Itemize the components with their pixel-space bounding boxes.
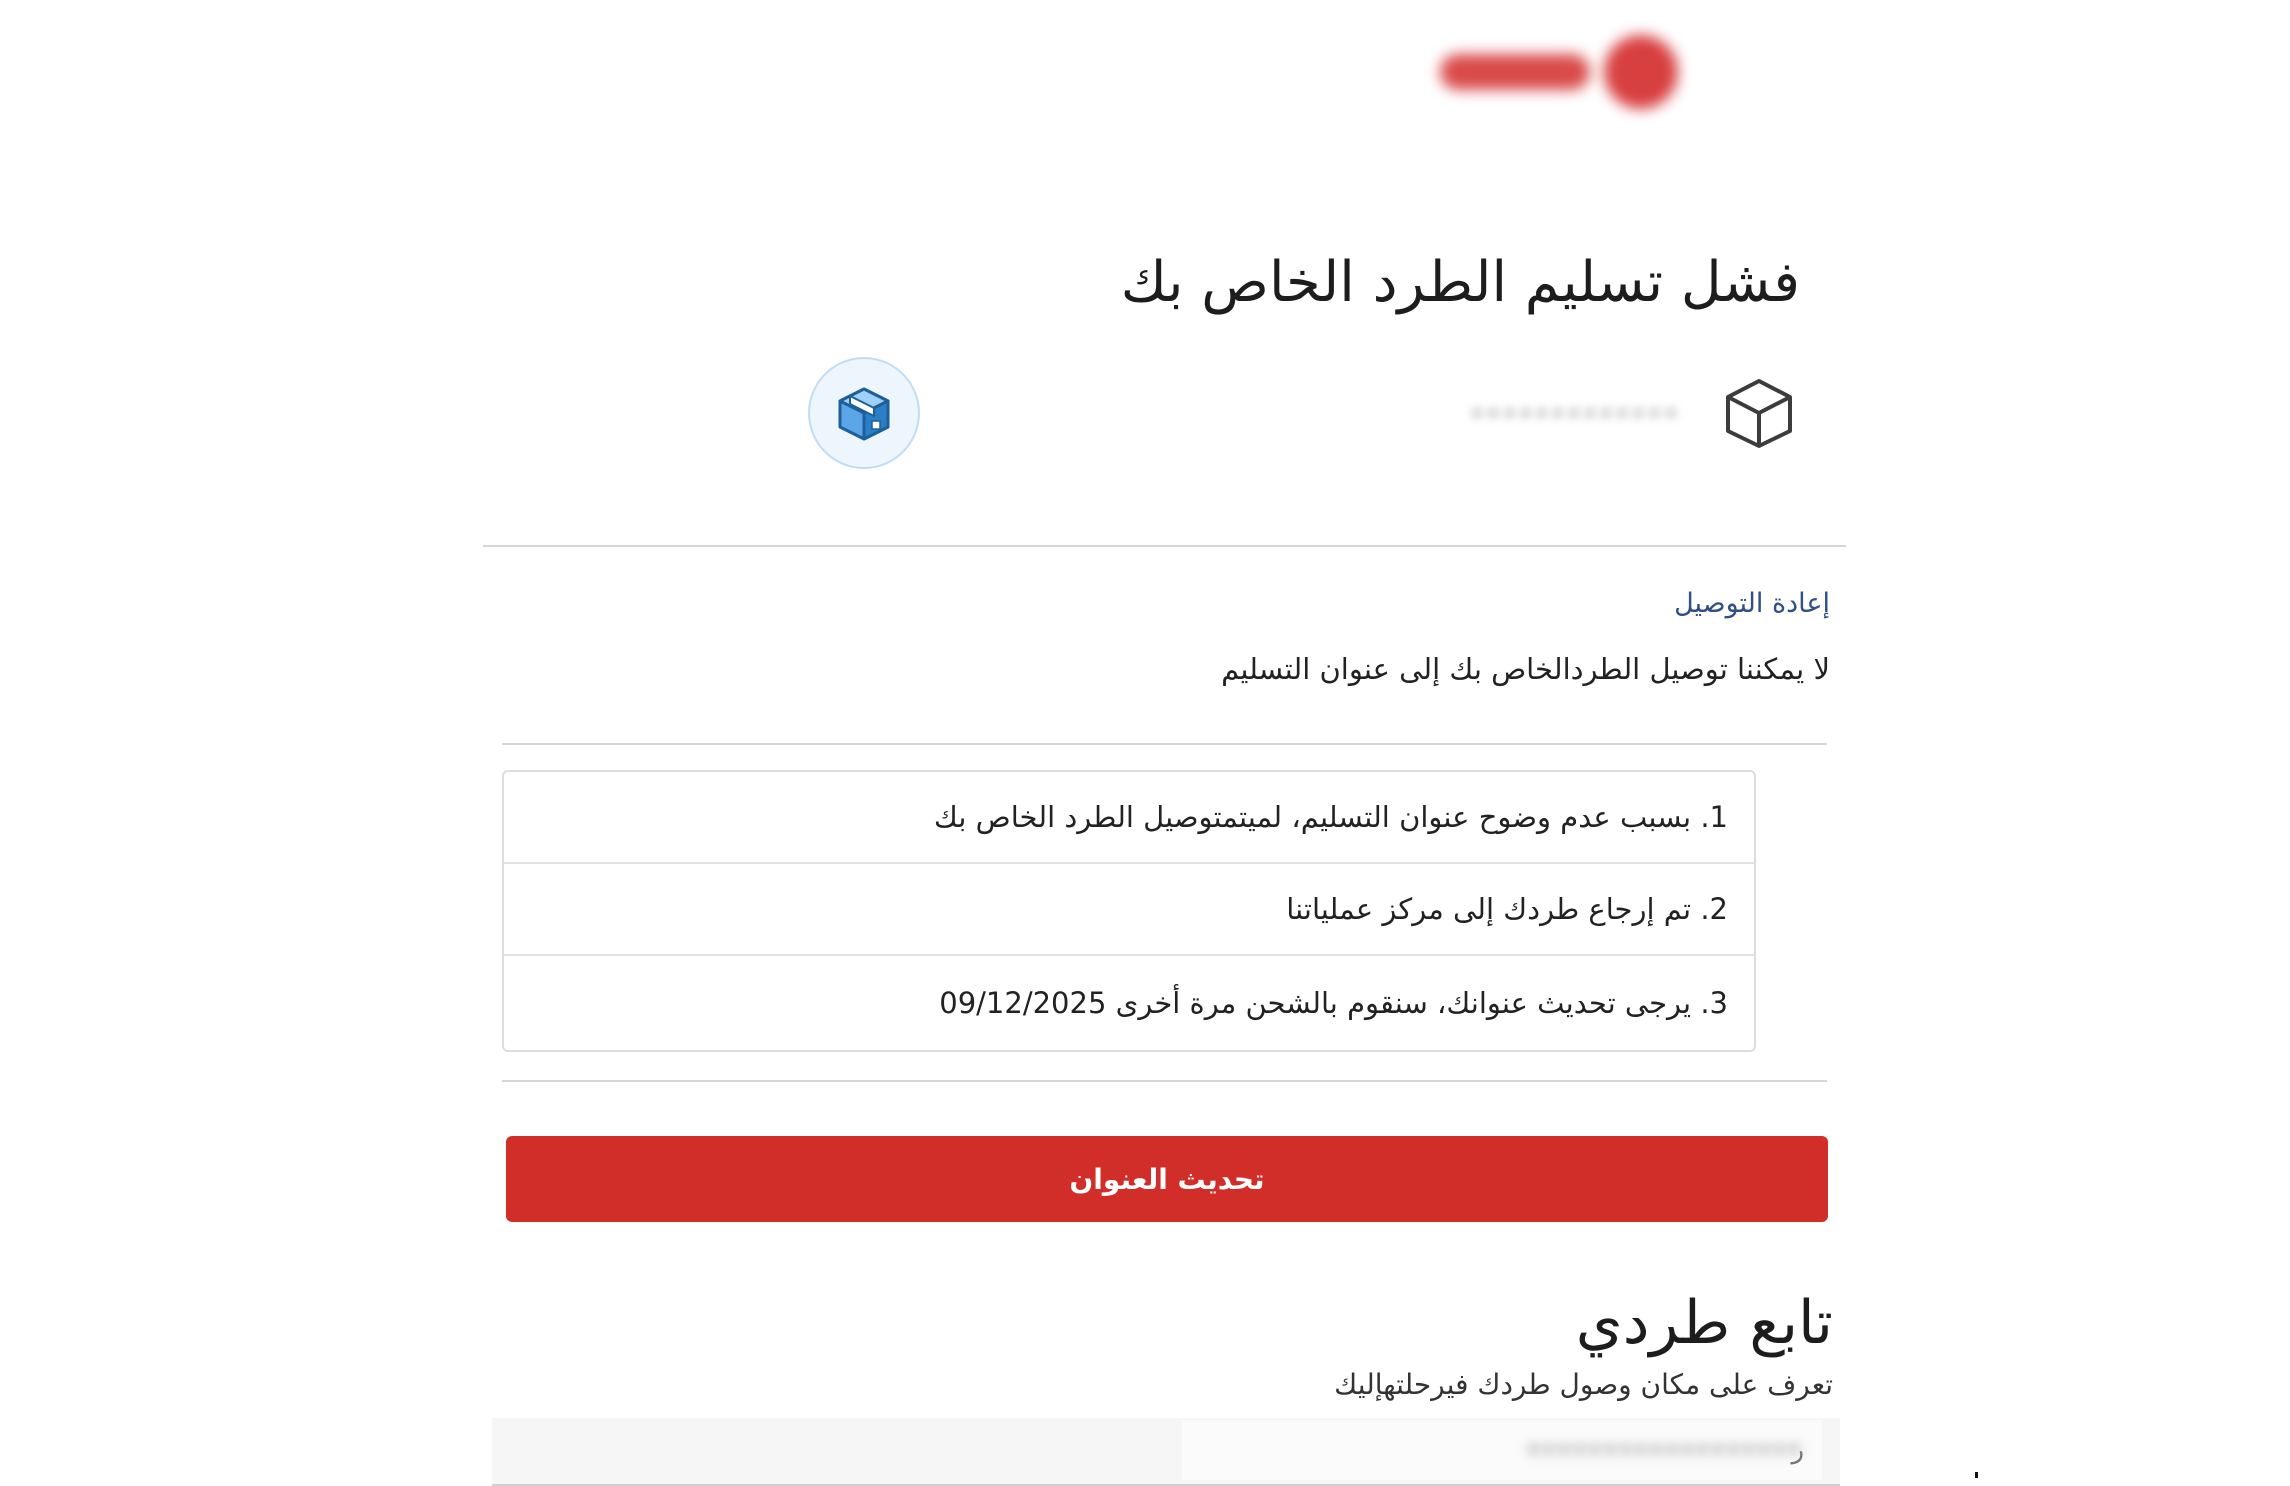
divider — [502, 743, 1827, 745]
list-item: 2. تم إرجاع طردك إلى مركز عملياتنا — [504, 864, 1754, 956]
track-parcel-subtitle: تعرف على مكان وصول طردك فيرحلتهإليك — [1334, 1368, 1833, 1401]
divider — [502, 1080, 1827, 1082]
update-address-button[interactable]: تحديث العنوان — [506, 1136, 1828, 1222]
tracking-search-bar: •••••••••••••••••• — [492, 1418, 1840, 1486]
package-blue-icon — [838, 387, 890, 441]
box-outline-icon — [1726, 379, 1792, 448]
brand-logo-emblem — [1604, 35, 1678, 109]
redelivery-description: لا يمكننا توصيل الطردالخاص بك إلى عنوان … — [1221, 652, 1830, 686]
redelivery-label: إعادة التوصيل — [1674, 588, 1830, 619]
divider — [483, 545, 1846, 547]
failure-reasons-list: 1. بسبب عدم وضوح عنوان التسليم، لميتمتوص… — [502, 770, 1756, 1052]
status-badge — [808, 357, 920, 469]
tracking-input-blurred-text: •••••••••••••••••• — [1525, 1436, 1802, 1464]
list-item: 1. بسبب عدم وضوح عنوان التسليم، لميتمتوص… — [504, 772, 1754, 864]
page-title: فشل تسليم الطرد الخاص بك — [1120, 250, 1800, 315]
text-cursor-icon — [1975, 1472, 1978, 1478]
brand-logo-wordmark — [1440, 54, 1590, 90]
track-parcel-title: تابع طردي — [1575, 1288, 1833, 1358]
brand-logo — [1440, 32, 1690, 112]
tracking-number: ••••••••••••• — [1470, 400, 1681, 428]
list-item: 3. يرجى تحديث عنوانك، سنقوم بالشحن مرة أ… — [939, 986, 1728, 1020]
